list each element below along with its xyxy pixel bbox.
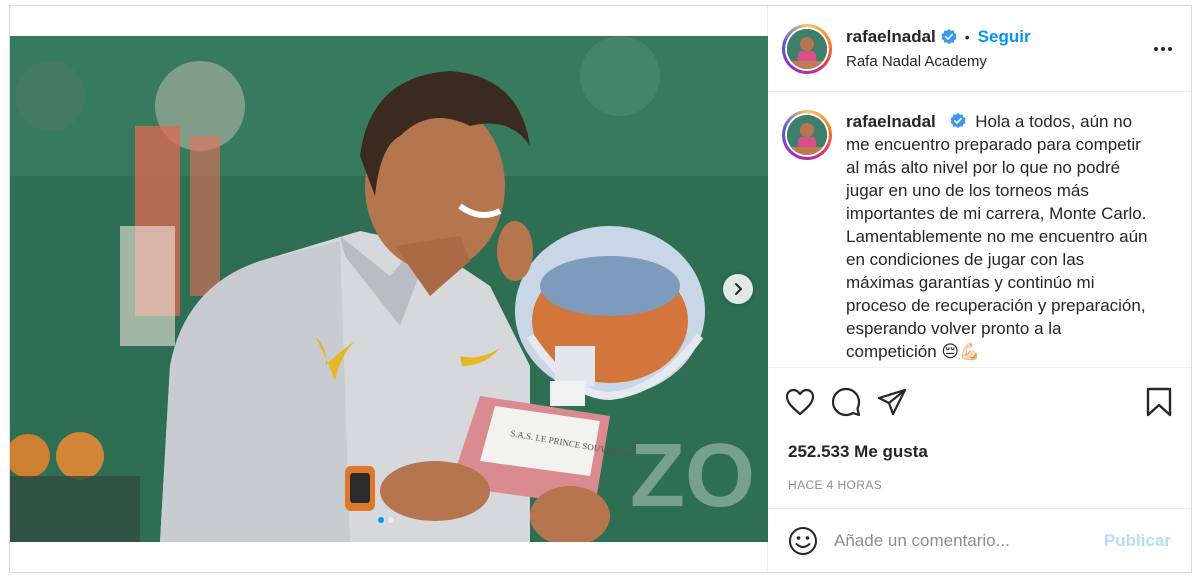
location-link[interactable]: Rafa Nadal Academy	[846, 53, 1151, 70]
instagram-post: ZO S.A.S. LE PRINCE SOUVERAIN rafaelnada…	[9, 5, 1192, 573]
carousel-indicator	[378, 517, 394, 523]
carousel-dot	[388, 517, 394, 523]
post-timestamp[interactable]: HACE 4 HORAS	[768, 478, 1191, 492]
avatar[interactable]	[782, 23, 832, 74]
caption-text: rafaelnadal Hola a todos, aún no me encu…	[846, 110, 1156, 367]
more-options-button[interactable]	[1151, 37, 1175, 61]
heart-icon	[785, 388, 815, 416]
avatar-image	[787, 28, 827, 69]
comment-button[interactable]	[830, 386, 862, 418]
verified-badge-icon	[949, 113, 966, 129]
post-header: rafaelnadal • Seguir Rafa Nadal Academy	[768, 6, 1191, 92]
username-link[interactable]: rafaelnadal	[846, 27, 936, 47]
emoji-button[interactable]	[788, 526, 818, 556]
share-button[interactable]	[876, 386, 908, 418]
more-horizontal-icon	[1154, 46, 1172, 51]
caption-section: rafaelnadal Hola a todos, aún no me encu…	[768, 92, 1191, 368]
chevron-right-icon	[735, 283, 742, 295]
action-bar	[768, 368, 1191, 436]
like-button[interactable]	[784, 386, 816, 418]
carousel-dot	[378, 517, 384, 523]
emoji-icon	[789, 526, 817, 555]
post-sidebar: rafaelnadal • Seguir Rafa Nadal Academy	[768, 6, 1191, 572]
caption-username-link[interactable]: rafaelnadal	[846, 112, 936, 131]
save-button[interactable]	[1143, 386, 1175, 418]
bookmark-icon	[1146, 387, 1172, 417]
avatar-image	[787, 115, 827, 155]
post-photo: ZO S.A.S. LE PRINCE SOUVERAIN	[10, 36, 768, 542]
post-media: ZO S.A.S. LE PRINCE SOUVERAIN	[10, 6, 768, 572]
comment-bar: Publicar	[768, 508, 1191, 572]
publish-button[interactable]: Publicar	[1104, 531, 1171, 551]
post-photo-illustration: ZO S.A.S. LE PRINCE SOUVERAIN	[10, 36, 768, 542]
comment-input[interactable]	[834, 530, 1104, 551]
verified-badge-icon	[941, 29, 957, 45]
caption-avatar[interactable]	[782, 110, 832, 160]
likes-count[interactable]: 252.533 Me gusta	[768, 442, 1191, 462]
follow-button[interactable]: Seguir	[978, 27, 1031, 47]
separator-dot: •	[964, 29, 970, 45]
send-icon	[877, 388, 907, 416]
comment-icon	[831, 387, 861, 417]
next-image-button[interactable]	[723, 274, 753, 304]
svg-text:ZO: ZO	[630, 426, 755, 526]
caption-body: Hola a todos, aún no me encuentro prepar…	[846, 112, 1148, 361]
